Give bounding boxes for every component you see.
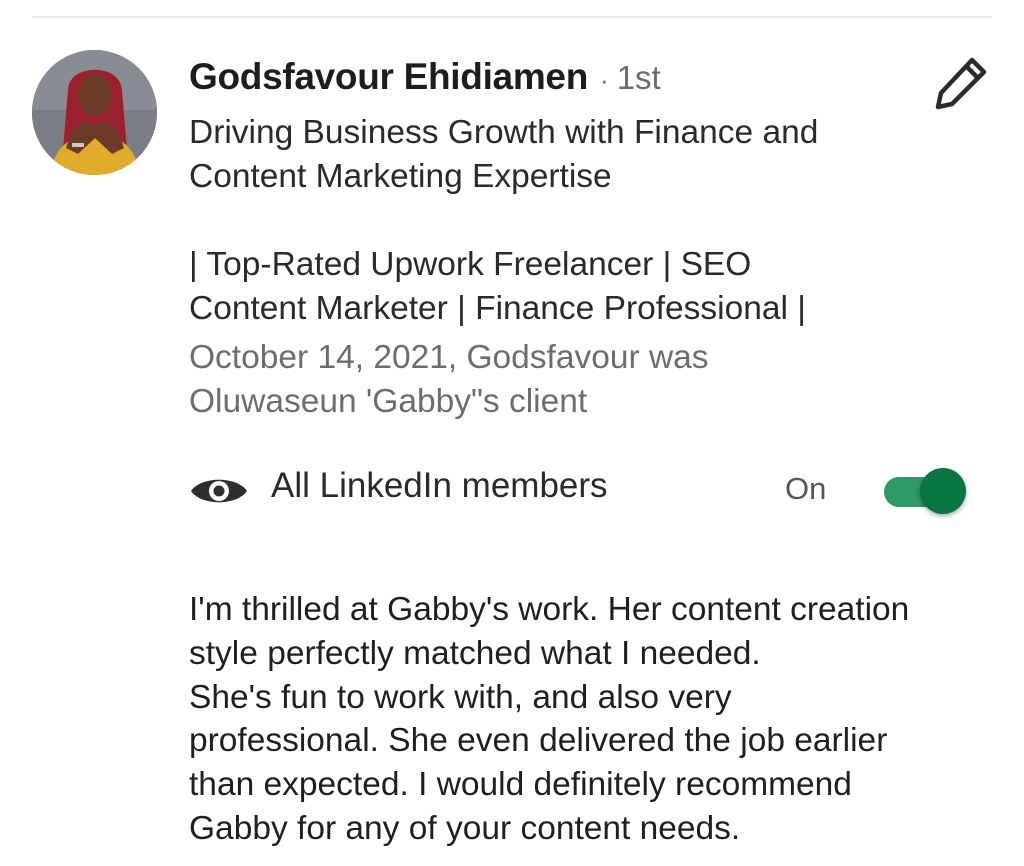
body-line: than expected. I would definitely recomm… — [189, 766, 852, 804]
divider — [32, 16, 992, 18]
meta-line: October 14, 2021, Godsfavour was — [189, 339, 709, 376]
author-row: Godsfavour Ehidiamen · 1st — [189, 56, 661, 106]
body-line: professional. She even delivered the job… — [189, 722, 888, 760]
avatar[interactable] — [32, 50, 157, 175]
toggle-knob — [920, 468, 966, 514]
profile-photo — [32, 50, 157, 175]
relationship-meta: October 14, 2021, Godsfavour was Oluwase… — [189, 336, 949, 424]
separator-dot: · — [600, 65, 609, 95]
author-headline: Driving Business Growth with Finance and… — [189, 111, 949, 199]
eye-icon — [191, 479, 247, 503]
meta-line: Oluwaseun 'Gabby"s client — [189, 383, 588, 420]
visibility-label: All LinkedIn members — [271, 466, 608, 505]
toggle-state-label: On — [785, 471, 827, 506]
recommendation-card: Godsfavour Ehidiamen · 1st Driving Busin… — [0, 0, 1024, 866]
headline-line: Driving Business Growth with Finance and — [189, 114, 819, 151]
connection-degree: 1st — [616, 59, 661, 96]
body-line: She's fun to work with, and also very — [189, 678, 732, 716]
body-line: Gabby for any of your content needs. — [189, 809, 741, 847]
headline-line: Content Marketing Expertise — [189, 158, 612, 195]
pencil-icon — [935, 57, 987, 110]
author-description: | Top-Rated Upwork Freelancer | SEO Cont… — [189, 243, 949, 331]
description-line: | Top-Rated Upwork Freelancer | SEO — [189, 246, 752, 283]
author-name[interactable]: Godsfavour Ehidiamen — [189, 56, 588, 98]
description-line: Content Marketer | Finance Professional … — [189, 290, 806, 327]
visibility-toggle[interactable] — [882, 466, 968, 516]
recommendation-text: I'm thrilled at Gabby's work. Her conten… — [189, 588, 1009, 851]
body-line: I'm thrilled at Gabby's work. Her conten… — [189, 591, 910, 628]
edit-button[interactable] — [932, 54, 990, 112]
visibility-row: All LinkedIn members On — [189, 462, 989, 518]
body-line: style perfectly matched what I needed. — [189, 634, 761, 672]
